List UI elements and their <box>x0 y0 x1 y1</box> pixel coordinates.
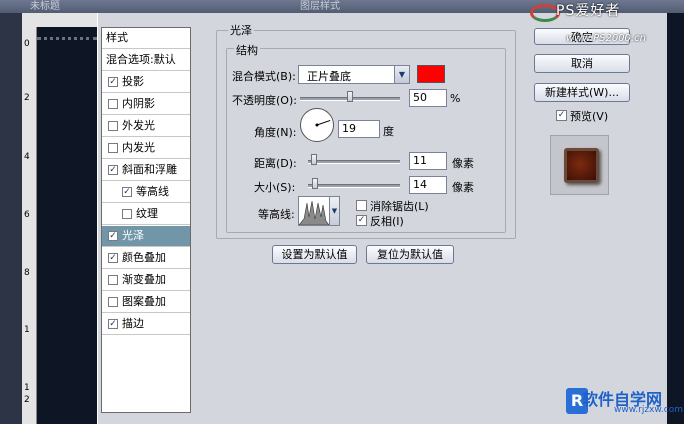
document-canvas-right <box>666 13 684 424</box>
invert-label[interactable]: 反相(I) <box>370 213 404 229</box>
contour-dropdown-icon[interactable]: ▼ <box>330 196 340 226</box>
contour-label: 等高线: <box>258 208 295 221</box>
ruler-mark: 2 <box>24 93 30 103</box>
horizontal-ruler <box>22 13 97 28</box>
style-item-label: 内发光 <box>122 141 155 154</box>
style-item-checkbox[interactable] <box>108 297 118 307</box>
ruler-mark: 1 <box>24 325 30 335</box>
style-item-label: 图案叠加 <box>122 295 166 308</box>
style-item-checkbox[interactable]: ✓ <box>108 319 118 329</box>
contour-picker[interactable] <box>298 196 330 226</box>
ruler-mark: 6 <box>24 210 30 220</box>
style-item[interactable]: ✓ 等高线 <box>102 182 190 203</box>
distance-slider[interactable] <box>308 160 400 164</box>
blend-mode-select[interactable]: 正片叠底 ▼ <box>298 65 410 84</box>
structure-group-title: 结构 <box>234 42 260 58</box>
style-item-checkbox[interactable]: ✓ <box>108 253 118 263</box>
ruler-mark: 1 <box>24 383 30 393</box>
size-input[interactable]: 14 <box>409 176 447 194</box>
satin-group-title: 光泽 <box>228 22 254 38</box>
style-item-label: 投影 <box>122 75 144 88</box>
style-item-checkbox[interactable]: ✓ <box>108 165 118 175</box>
cancel-button[interactable]: 取消 <box>534 54 630 73</box>
distance-slider-thumb[interactable] <box>311 154 317 165</box>
style-item-checkbox[interactable]: ✓ <box>122 187 132 197</box>
angle-needle-icon <box>315 119 331 127</box>
opacity-label: 不透明度(O): <box>232 94 297 107</box>
size-unit: 像素 <box>452 181 474 194</box>
antialias-checkbox[interactable] <box>356 200 367 211</box>
style-item[interactable]: ✓ 颜色叠加 <box>102 248 190 269</box>
angle-label: 角度(N): <box>254 126 297 139</box>
blend-mode-label: 混合模式(B): <box>232 70 296 83</box>
ruler-mark: 2 <box>24 395 30 405</box>
style-item-checkbox[interactable] <box>108 143 118 153</box>
styles-list: 样式 混合选项:默认 ✓ 投影内阴影外发光内发光 ✓ 斜面和浮雕 ✓ 等高线纹理 ✓ 光泽 ✓ 颜… <box>101 27 191 413</box>
reset-default-button[interactable]: 复位为默认值 <box>366 245 454 264</box>
document-tab[interactable]: 未标题 <box>30 0 60 13</box>
vertical-ruler: 0 2 4 6 8 1 1 2 <box>22 27 37 424</box>
style-item-label: 渐变叠加 <box>122 273 166 286</box>
style-item-label: 纹理 <box>136 207 158 220</box>
size-slider[interactable] <box>308 184 400 188</box>
dialog-title: 图层样式 <box>300 1 340 12</box>
blending-options-item[interactable]: 混合选项:默认 <box>102 50 190 71</box>
style-item-checkbox[interactable] <box>108 275 118 285</box>
style-item[interactable]: 内阴影 <box>102 94 190 115</box>
style-item[interactable]: 内发光 <box>102 138 190 159</box>
style-item[interactable]: 图案叠加 <box>102 292 190 313</box>
invert-checkbox[interactable]: ✓ <box>356 215 367 226</box>
angle-input[interactable]: 19 <box>338 120 380 138</box>
style-item-label: 内阴影 <box>122 97 155 110</box>
style-item[interactable]: ✓ 光泽 <box>102 226 190 247</box>
distance-label: 距离(D): <box>254 157 297 170</box>
opacity-input[interactable]: 50 <box>409 89 447 107</box>
contour-curve-icon <box>299 200 329 225</box>
size-label: 大小(S): <box>254 181 296 194</box>
opacity-unit: % <box>450 92 461 105</box>
style-item[interactable]: ✓ 描边 <box>102 314 190 335</box>
styles-header[interactable]: 样式 <box>102 28 190 49</box>
ruler-mark: 8 <box>24 268 30 278</box>
ruler-mark: 0 <box>24 39 30 49</box>
make-default-button[interactable]: 设置为默认值 <box>272 245 357 264</box>
watermark-top: PS爱好者 <box>556 3 621 19</box>
new-style-button[interactable]: 新建样式(W)... <box>534 83 630 102</box>
blend-mode-value: 正片叠底 <box>307 70 351 83</box>
style-item-checkbox[interactable] <box>108 99 118 109</box>
style-item-label: 光泽 <box>122 229 144 242</box>
style-preview-thumbnail <box>564 148 599 183</box>
angle-dial[interactable] <box>300 108 334 142</box>
style-item[interactable]: 纹理 <box>102 204 190 225</box>
document-canvas[interactable] <box>37 27 97 424</box>
watermark-bottom-url: www.rjzxw.com <box>614 405 683 415</box>
chevron-down-icon[interactable]: ▼ <box>394 66 409 83</box>
tools-panel-edge <box>0 13 22 424</box>
style-item-checkbox[interactable]: ✓ <box>108 231 118 241</box>
antialias-label[interactable]: 消除锯齿(L) <box>370 198 429 214</box>
distance-input[interactable]: 11 <box>409 152 447 170</box>
style-item-label: 等高线 <box>136 185 169 198</box>
style-item-label: 颜色叠加 <box>122 251 166 264</box>
preview-checkbox[interactable]: ✓ <box>556 110 567 121</box>
style-item-checkbox[interactable] <box>122 209 132 219</box>
ruler-mark: 4 <box>24 152 30 162</box>
opacity-slider-thumb[interactable] <box>347 91 353 102</box>
style-item-checkbox[interactable] <box>108 121 118 131</box>
preview-label[interactable]: 预览(V) <box>570 108 608 124</box>
watermark-top-url: www.PS2000.cn <box>566 33 646 44</box>
style-item-checkbox[interactable]: ✓ <box>108 77 118 87</box>
satin-color-swatch[interactable] <box>417 65 445 83</box>
style-item[interactable]: 渐变叠加 <box>102 270 190 291</box>
angle-unit: 度 <box>383 125 394 138</box>
style-item-label: 描边 <box>122 317 144 330</box>
style-item[interactable]: ✓ 斜面和浮雕 <box>102 160 190 181</box>
style-item-label: 斜面和浮雕 <box>122 163 177 176</box>
style-item[interactable]: 外发光 <box>102 116 190 137</box>
style-item-label: 外发光 <box>122 119 155 132</box>
style-item[interactable]: ✓ 投影 <box>102 72 190 93</box>
distance-unit: 像素 <box>452 157 474 170</box>
size-slider-thumb[interactable] <box>312 178 318 189</box>
